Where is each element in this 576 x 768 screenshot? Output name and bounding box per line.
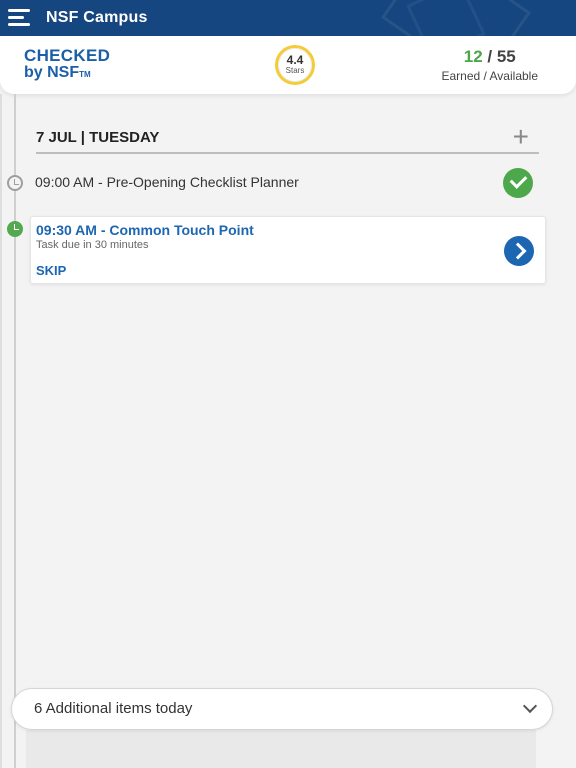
page-edge-line [0,94,2,768]
stars-badge[interactable]: 4.4 Stars [275,45,315,85]
plus-icon[interactable]: + [513,123,529,151]
date-label: 7 JUL | TUESDAY [36,129,160,146]
earned-points: 12 [463,47,483,66]
date-header: 7 JUL | TUESDAY + [36,123,539,154]
clock-icon [7,175,23,191]
additional-items-label: 6 Additional items today [34,700,193,717]
bottom-panel [26,730,536,768]
check-icon [503,168,533,198]
chevron-down-icon [522,698,538,714]
points-label: Earned / Available [441,69,538,83]
additional-items-dropdown[interactable]: 6 Additional items today [11,688,553,730]
task-item-text[interactable]: 09:00 AM - Pre-Opening Checklist Planner [35,174,299,190]
timeline-line [14,94,16,768]
stars-value: 4.4 [286,53,304,67]
task-card[interactable]: 09:30 AM - Common Touch Point Task due i… [30,216,546,284]
clock-icon [7,221,23,237]
stars-label: Stars [285,66,305,75]
task-title: 09:30 AM - Common Touch Point [36,222,254,238]
app-title: NSF Campus [46,9,148,26]
hamburger-menu-icon[interactable] [8,9,30,27]
available-points: 55 [496,47,516,66]
top-app-bar: NSF Campus [0,0,576,36]
score-header: CHECKED by NSFTM 4.4 Stars 12 / 55 Earne… [0,36,576,94]
checked-by-nsf-logo: CHECKED by NSFTM [24,46,111,81]
skip-button[interactable]: SKIP [36,263,66,278]
chevron-right-icon[interactable] [504,236,534,266]
points-summary: 12 / 55 Earned / Available [441,47,538,83]
task-due-text: Task due in 30 minutes [36,239,149,251]
